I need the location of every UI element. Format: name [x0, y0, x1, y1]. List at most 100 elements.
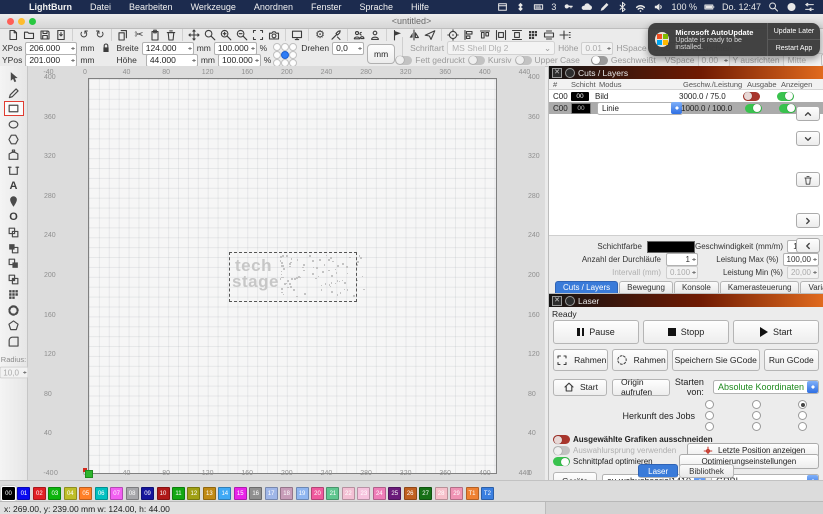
palette-color-07[interactable]: 07: [110, 487, 123, 500]
width-percent-input[interactable]: 100.000: [214, 42, 257, 55]
breite-input[interactable]: 124.000: [142, 42, 194, 55]
search-icon[interactable]: [768, 1, 779, 13]
single-user-icon[interactable]: [368, 29, 382, 41]
palette-color-25[interactable]: 25: [388, 487, 401, 500]
array-grid-icon[interactable]: [526, 29, 540, 41]
palette-color-14[interactable]: 14: [218, 487, 231, 500]
kursiv-toggle[interactable]: [468, 56, 485, 65]
use-origin-toggle[interactable]: [553, 446, 570, 455]
frame-select-icon[interactable]: [251, 29, 265, 41]
bool-weld-tool[interactable]: [4, 225, 24, 240]
align-v-icon[interactable]: [478, 29, 492, 41]
palette-color-T1[interactable]: T1: [466, 487, 479, 500]
design-object-text[interactable]: stage: [232, 274, 279, 289]
leistung-min-input[interactable]: 20,00: [787, 266, 819, 279]
durchlaeufe-input[interactable]: 1: [666, 253, 698, 266]
copy-icon[interactable]: [116, 29, 130, 41]
fett-toggle[interactable]: [395, 56, 412, 65]
menu-lightburn[interactable]: LightBurn: [20, 0, 81, 14]
anchor-dot[interactable]: [273, 43, 281, 51]
cut-icon[interactable]: ✂: [132, 29, 146, 41]
column-header[interactable]: Geschw./Leistung: [683, 80, 747, 89]
layer-color-chip[interactable]: 00: [571, 103, 591, 114]
menu-hilfe[interactable]: Hilfe: [402, 0, 438, 14]
layer-row[interactable]: C0000Linie1000.0 / 100.0: [549, 102, 823, 114]
start-from-select[interactable]: Absolute Koordinaten: [713, 380, 819, 394]
tab-konsole[interactable]: Konsole: [674, 281, 719, 293]
menu-clock[interactable]: Do. 12:47: [722, 2, 761, 12]
bool-subtract-tool[interactable]: [4, 256, 24, 271]
group-users-icon[interactable]: [352, 29, 366, 41]
move-layer-down-button[interactable]: [796, 131, 820, 146]
palette-color-06[interactable]: 06: [95, 487, 108, 500]
rectangle-tool[interactable]: [4, 101, 24, 116]
pencil-tool[interactable]: [4, 86, 24, 101]
radius-input[interactable]: 10,0: [0, 367, 28, 379]
save-gcode-button[interactable]: Speichern Sie GCode: [672, 349, 760, 371]
home-button[interactable]: Start: [553, 379, 607, 396]
font-family-select[interactable]: MS Shell Dlg 2⌄: [447, 41, 555, 55]
palette-color-24[interactable]: 24: [373, 487, 386, 500]
run-gcode-button[interactable]: Run GCode: [764, 349, 819, 371]
device-settings-icon[interactable]: [329, 29, 343, 41]
settings-icon[interactable]: ⚙: [313, 29, 327, 41]
layer-row[interactable]: C0000Bild3000.0 / 75.0: [549, 90, 823, 102]
output-toggle[interactable]: [743, 92, 760, 101]
undock-panel-icon[interactable]: [565, 68, 575, 78]
window-icon[interactable]: [497, 1, 508, 13]
grid4-icon[interactable]: [515, 1, 526, 13]
keyboard-icon[interactable]: [533, 1, 544, 13]
palette-color-03[interactable]: 03: [48, 487, 61, 500]
restart-app-button[interactable]: Restart App: [768, 40, 820, 56]
hexagon-tool[interactable]: [4, 132, 24, 147]
layer-color-swatch[interactable]: [647, 241, 695, 253]
update-later-button[interactable]: Update Later: [768, 23, 820, 40]
tab-variabler-text[interactable]: Variabler Text: [800, 281, 823, 293]
palette-color-15[interactable]: 15: [234, 487, 247, 500]
import-icon[interactable]: [54, 29, 68, 41]
new-file-icon[interactable]: [6, 29, 20, 41]
screen-icon[interactable]: [290, 29, 304, 41]
control-center-icon[interactable]: [804, 1, 815, 13]
show-toggle[interactable]: [777, 92, 794, 101]
palette-color-27[interactable]: 27: [419, 487, 432, 500]
design-object-text[interactable]: tech: [235, 258, 272, 273]
palette-color-01[interactable]: 01: [17, 487, 30, 500]
uppercase-toggle[interactable]: [515, 56, 532, 65]
tab-bewegung[interactable]: Bewegung: [619, 281, 673, 293]
job-origin-radio[interactable]: [705, 400, 714, 409]
geschweisst-toggle[interactable]: [591, 56, 608, 65]
palette-color-22[interactable]: 22: [342, 487, 355, 500]
palette-color-02[interactable]: 02: [33, 487, 46, 500]
job-origin-radio[interactable]: [752, 400, 761, 409]
zoom-icon[interactable]: [203, 29, 217, 41]
job-origin-radio[interactable]: [798, 422, 807, 431]
anchor-dot[interactable]: [289, 43, 297, 51]
job-origin-radio[interactable]: [798, 400, 807, 409]
ypos-input[interactable]: 201.000: [25, 54, 77, 67]
cut-selected-toggle[interactable]: [553, 435, 570, 444]
close-panel-icon[interactable]: ✕: [552, 68, 562, 78]
palette-color-23[interactable]: 23: [357, 487, 370, 500]
text-A-tool[interactable]: A: [4, 179, 24, 194]
palette-color-09[interactable]: 09: [141, 487, 154, 500]
undo-icon[interactable]: ↺: [77, 29, 91, 41]
column-header[interactable]: Ausgabe: [747, 80, 781, 89]
wifi-icon[interactable]: [635, 1, 646, 13]
layer-mode[interactable]: Bild: [595, 92, 679, 101]
stop-button[interactable]: Stopp: [643, 320, 729, 344]
menu-anordnen[interactable]: Anordnen: [245, 0, 302, 14]
undock-panel-icon[interactable]: [565, 296, 575, 306]
layer-color-chip[interactable]: 00: [571, 92, 589, 101]
zoom-out-icon[interactable]: [235, 29, 249, 41]
siri-icon[interactable]: [786, 1, 797, 13]
palette-color-08[interactable]: 08: [126, 487, 139, 500]
layer-mode[interactable]: Linie: [597, 102, 681, 115]
palette-color-17[interactable]: 17: [265, 487, 278, 500]
palette-color-T2[interactable]: T2: [481, 487, 494, 500]
palette-color-12[interactable]: 12: [187, 487, 200, 500]
position-icon[interactable]: [558, 29, 572, 41]
job-origin-radio[interactable]: [752, 411, 761, 420]
leistung-max-input[interactable]: 100,00: [783, 253, 819, 266]
xpos-input[interactable]: 206.000: [25, 42, 77, 55]
